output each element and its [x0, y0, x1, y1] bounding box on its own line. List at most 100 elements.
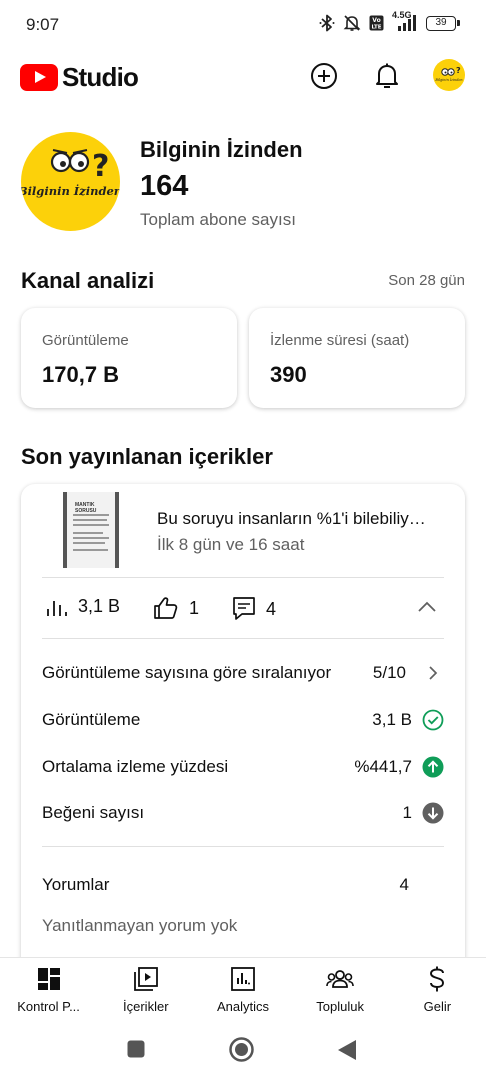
battery-icon: 39	[426, 15, 460, 31]
nav-label: Analytics	[216, 999, 269, 1014]
nav-label: İçerikler	[123, 999, 169, 1014]
back-icon	[338, 1040, 356, 1060]
battery-level: 39	[426, 15, 456, 31]
back-button[interactable]	[337, 1039, 357, 1066]
comments-row[interactable]: Yorumlar 4	[42, 870, 444, 900]
channel-avatar-text: Bilginin İzinden	[21, 184, 120, 198]
video-title[interactable]: Bu soruyu insanların %1'i bilebiliy…	[157, 509, 426, 529]
comment-icon	[233, 597, 255, 620]
divider	[42, 846, 444, 847]
content-icon	[133, 966, 158, 992]
recent-content-title: Son yayınlanan içerikler	[21, 444, 273, 469]
views-row: Görüntüleme 3,1 B	[42, 705, 444, 735]
row-label: Görüntüleme sayısına göre sıralanıyor	[42, 663, 332, 682]
svg-text:?: ?	[92, 149, 109, 184]
mute-icon	[343, 14, 361, 32]
svg-text:?: ?	[456, 66, 461, 75]
create-button[interactable]	[308, 60, 340, 92]
analytics-title: Kanal analizi	[21, 268, 155, 293]
channel-name: Bilginin İzinden	[140, 137, 303, 162]
analytics-icon	[231, 966, 255, 992]
avg-view-percentage-row: Ortalama izleme yüzdesi %441,7	[42, 752, 444, 782]
app-header: Studio ? Bilginin İzinden	[0, 52, 486, 100]
bottom-navigation: Kontrol P... İçerikler Analytics Toplulu…	[0, 957, 486, 1019]
community-icon	[326, 966, 354, 992]
check-circle-icon	[422, 709, 444, 731]
row-value: 5/10	[372, 663, 406, 682]
like-icon	[154, 597, 178, 619]
nav-dashboard[interactable]: Kontrol P...	[0, 958, 97, 1019]
volte-icon: Vo LTE	[369, 15, 384, 31]
row-label: Beğeni sayısı	[42, 803, 145, 822]
row-value: 4	[399, 875, 409, 894]
divider	[42, 577, 444, 578]
collapse-button[interactable]	[417, 600, 437, 619]
comments-stat: 4	[232, 596, 276, 622]
svg-text:Vo: Vo	[372, 17, 380, 24]
svg-text:Bilginin İzinden: Bilginin İzinden	[434, 77, 462, 82]
recents-icon	[127, 1040, 145, 1058]
divider	[42, 638, 444, 639]
row-label: Yorumlar	[42, 875, 110, 894]
system-navigation-bar	[0, 1020, 486, 1080]
studio-logo[interactable]: Studio	[20, 62, 139, 93]
earn-icon	[428, 966, 446, 992]
subscriber-count: 164	[140, 170, 189, 202]
likes-stat-value: 1	[189, 597, 200, 618]
thumbnail-text: MANTIK SORUSU	[75, 502, 97, 514]
row-value: %441,7	[354, 757, 412, 776]
views-card[interactable]: Görüntüleme 170,7 B	[21, 308, 237, 408]
home-icon	[229, 1037, 254, 1062]
network-type: 4.5G	[392, 10, 412, 20]
status-icons: Vo LTE 4.5G 39	[319, 10, 460, 32]
nav-label: Kontrol P...	[17, 999, 80, 1014]
svg-text:LTE: LTE	[371, 25, 381, 31]
create-icon	[311, 63, 337, 89]
home-button[interactable]	[229, 1037, 254, 1067]
watch-time-card-value: 390	[270, 362, 307, 387]
watch-time-card-label: İzlenme süresi (saat)	[270, 332, 410, 349]
signal-icon: 4.5G	[392, 10, 418, 32]
nav-content[interactable]: İçerikler	[97, 958, 194, 1019]
account-avatar[interactable]: ? Bilginin İzinden	[433, 59, 465, 91]
watch-time-card[interactable]: İzlenme süresi (saat) 390	[249, 308, 465, 408]
views-card-value: 170,7 B	[42, 362, 120, 387]
likes-stat: 1	[153, 596, 199, 620]
chevron-right-icon	[422, 662, 444, 684]
bluetooth-icon	[319, 14, 335, 32]
recents-button[interactable]	[127, 1040, 145, 1063]
recent-content-card: MANTIK SORUSU Bu soruyu insanların %1'i …	[21, 484, 465, 974]
arrow-down-circle-icon	[422, 802, 444, 824]
channel-avatar[interactable]: ? Bilginin İzinden	[21, 132, 120, 231]
arrow-up-circle-icon	[422, 756, 444, 778]
status-time: 9:07	[26, 15, 60, 34]
views-bars-icon	[47, 600, 67, 616]
subscriber-label: Toplam abone sayısı	[140, 210, 296, 229]
notifications-button[interactable]	[371, 60, 403, 92]
views-stat: 3,1 B	[46, 596, 120, 617]
analytics-period: Son 28 gün	[388, 272, 465, 289]
nav-label: Gelir	[423, 999, 452, 1014]
nav-analytics[interactable]: Analytics	[194, 958, 291, 1019]
views-stat-value: 3,1 B	[78, 596, 121, 616]
notifications-icon	[376, 63, 398, 88]
nav-community[interactable]: Topluluk	[292, 958, 389, 1019]
logo-text: Studio	[62, 62, 139, 92]
video-thumbnail[interactable]: MANTIK SORUSU	[63, 492, 119, 568]
nav-earn[interactable]: Gelir	[389, 958, 486, 1019]
views-card-label: Görüntüleme	[42, 332, 129, 349]
video-subtitle: İlk 8 gün ve 16 saat	[157, 535, 305, 554]
row-value: 3,1 B	[372, 710, 412, 729]
row-label: Ortalama izleme yüzdesi	[42, 757, 229, 776]
comments-stat-value: 4	[266, 598, 277, 619]
no-replies-note: Yanıtlanmayan yorum yok	[42, 916, 238, 935]
dashboard-icon	[37, 966, 61, 992]
chevron-up-icon	[418, 601, 436, 612]
row-value: 1	[402, 803, 412, 822]
likes-row: Beğeni sayısı 1	[42, 798, 444, 828]
row-label: Görüntüleme	[42, 710, 141, 729]
youtube-play-icon	[20, 64, 58, 91]
status-bar: 9:07 Vo LTE 4.5G 39	[0, 0, 486, 50]
sort-by-views-row[interactable]: Görüntüleme sayısına göre sıralanıyor 5/…	[42, 658, 444, 688]
nav-label: Topluluk	[316, 999, 364, 1014]
